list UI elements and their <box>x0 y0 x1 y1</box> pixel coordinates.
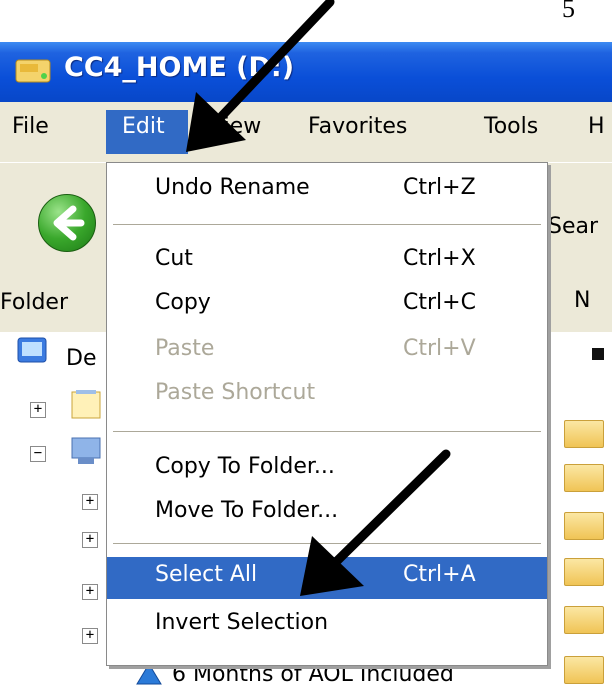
arrow-to-select-all <box>300 449 451 596</box>
arrow-to-edit-menu <box>186 0 335 152</box>
annotation-arrows <box>186 0 451 596</box>
